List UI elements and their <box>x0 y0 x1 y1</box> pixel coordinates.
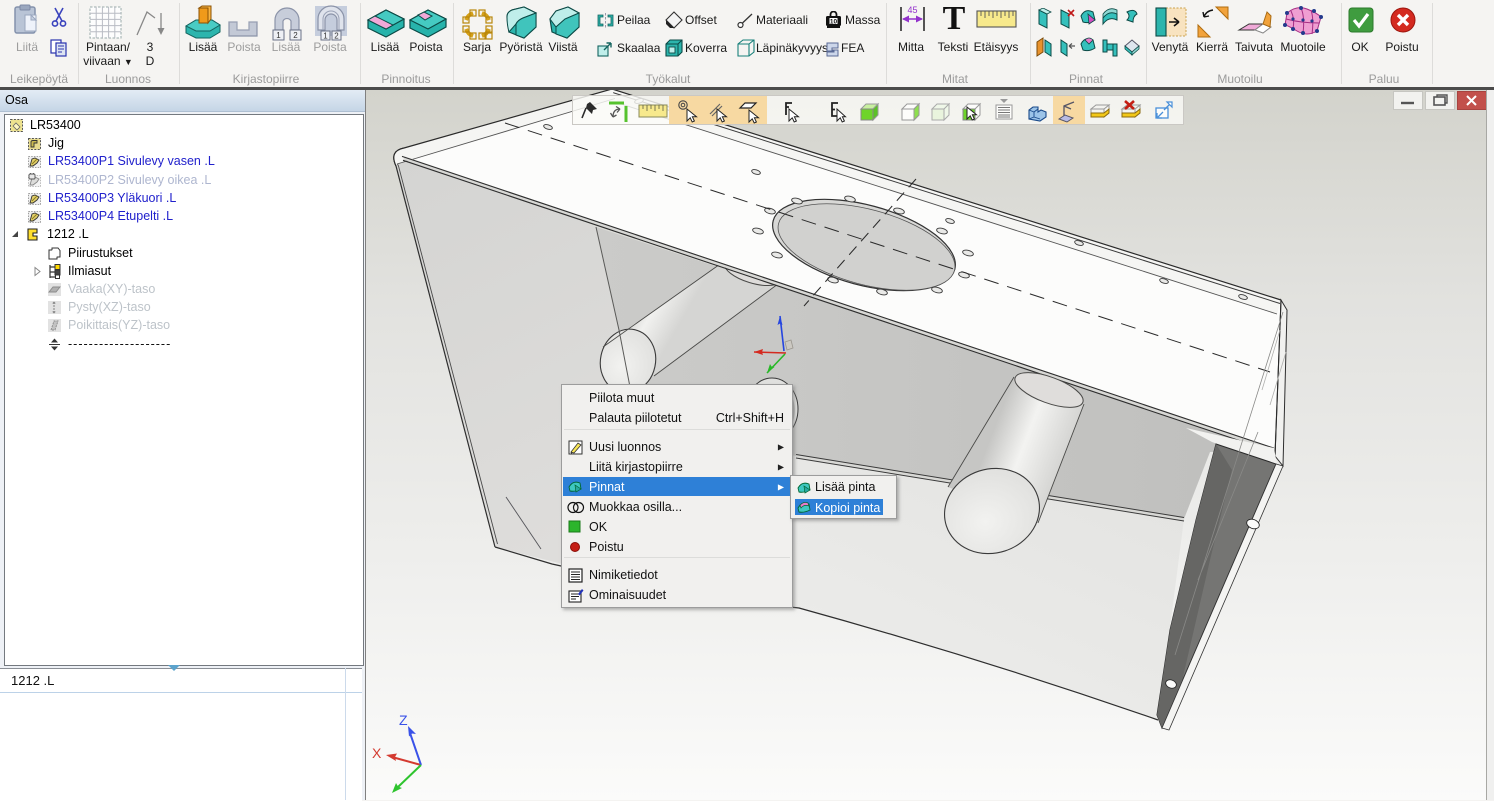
svg-text:1: 1 <box>276 31 281 40</box>
svg-text:10: 10 <box>830 19 838 26</box>
svg-text:X: X <box>372 745 382 761</box>
svg-text:Z: Z <box>399 712 408 728</box>
svg-text:45: 45 <box>907 5 917 15</box>
svg-text:2: 2 <box>293 31 298 40</box>
